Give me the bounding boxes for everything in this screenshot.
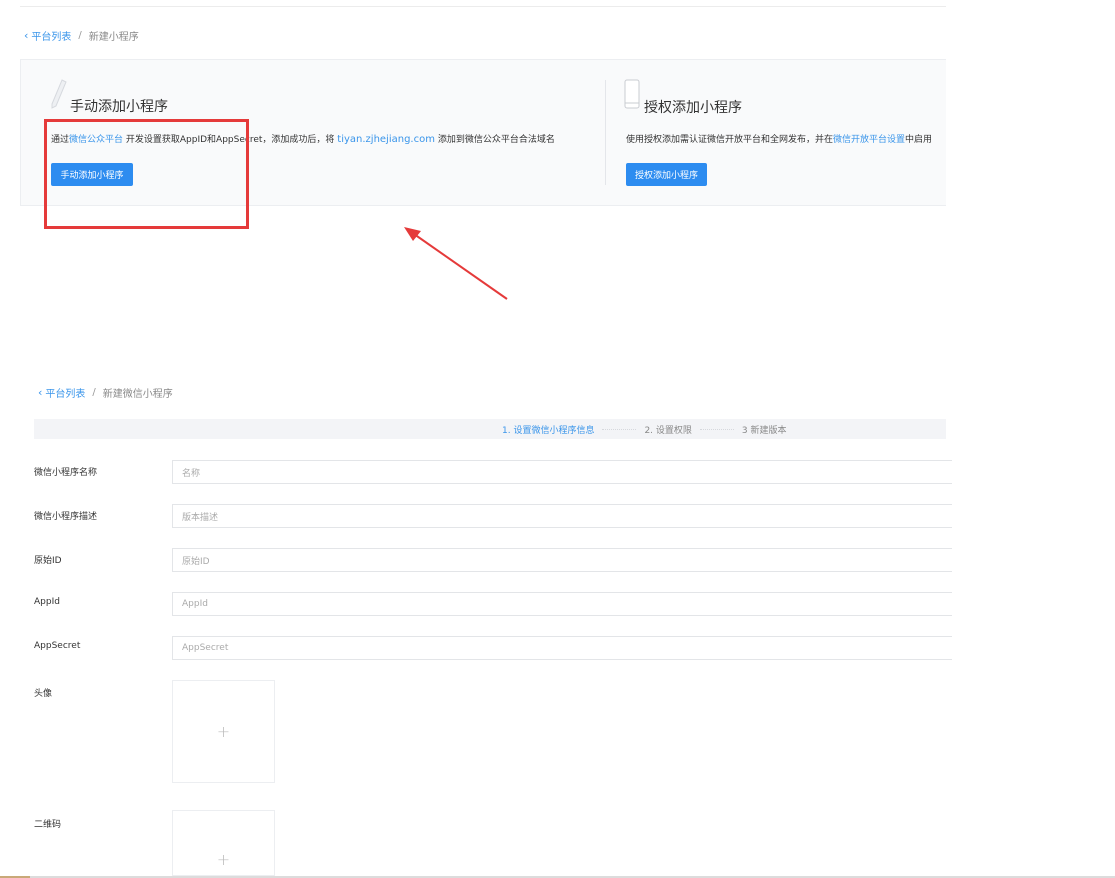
auth-add-button[interactable]: 授权添加小程序	[626, 163, 707, 186]
appid-input[interactable]: AppId	[172, 592, 952, 616]
auth-card-title: 授权添加小程序	[644, 100, 742, 116]
steps-bar: 1. 设置微信小程序信息 2. 设置权限 3 新建版本	[34, 419, 946, 439]
annotation-highlight-box	[44, 119, 249, 229]
name-input[interactable]: 名称	[172, 460, 952, 484]
breadcrumb-current: 新建小程序	[88, 32, 139, 43]
step-connector	[602, 428, 637, 430]
breadcrumb-separator: /	[78, 30, 82, 41]
plus-icon: +	[216, 722, 231, 741]
top-divider	[20, 6, 946, 7]
original-id-label: 原始ID	[34, 556, 62, 566]
avatar-label: 头像	[34, 689, 53, 699]
description-input[interactable]: 版本描述	[172, 504, 952, 528]
form-breadcrumb-back-link[interactable]: ‹ 平台列表	[38, 385, 85, 400]
step-3: 3 新建版本	[741, 425, 787, 436]
appid-label: AppId	[34, 597, 60, 607]
name-label: 微信小程序名称	[34, 468, 98, 478]
manual-desc-suffix: 添加到微信公众平台合法域名	[434, 135, 555, 145]
form-breadcrumb: ‹ 平台列表 / 新建微信小程序	[38, 385, 173, 400]
form-breadcrumb-separator: /	[92, 387, 96, 398]
step-2: 2. 设置权限	[644, 425, 692, 436]
qrcode-label: 二维码	[34, 820, 62, 830]
breadcrumb-back-link[interactable]: ‹ 平台列表	[24, 28, 71, 43]
phone-icon	[624, 79, 640, 109]
auth-card-description: 使用授权添加需认证微信开放平台和全网发布，并在微信开放平台设置中启用	[626, 132, 932, 145]
plus-icon: +	[216, 849, 231, 869]
manual-card-title: 手动添加小程序	[70, 99, 168, 115]
chevron-left-icon: ‹	[24, 29, 29, 42]
qrcode-upload-button[interactable]: +	[172, 810, 275, 876]
card-divider	[605, 80, 606, 185]
auth-desc-prefix: 使用授权添加需认证微信开放平台和全网发布，并在	[626, 135, 834, 145]
steps: 1. 设置微信小程序信息 2. 设置权限 3 新建版本	[502, 419, 787, 439]
breadcrumb-back-label: 平台列表	[31, 32, 72, 43]
chevron-left-icon: ‹	[38, 386, 43, 399]
form-breadcrumb-back-label: 平台列表	[45, 389, 86, 400]
open-platform-settings-link[interactable]: 微信开放平台设置	[833, 135, 905, 145]
appsecret-label: AppSecret	[34, 641, 81, 651]
domain-link[interactable]: tiyan.zjhejiang.com	[337, 134, 435, 145]
step-connector	[699, 428, 734, 430]
breadcrumb: ‹ 平台列表 / 新建小程序	[24, 28, 139, 43]
appsecret-input[interactable]: AppSecret	[172, 636, 952, 660]
description-label: 微信小程序描述	[34, 512, 98, 522]
step-1: 1. 设置微信小程序信息	[502, 425, 595, 436]
form-breadcrumb-current: 新建微信小程序	[102, 389, 173, 400]
original-id-input[interactable]: 原始ID	[172, 548, 952, 572]
pencil-icon	[51, 79, 67, 109]
auth-desc-suffix: 中启用	[905, 135, 933, 145]
avatar-upload-button[interactable]: +	[172, 680, 275, 783]
